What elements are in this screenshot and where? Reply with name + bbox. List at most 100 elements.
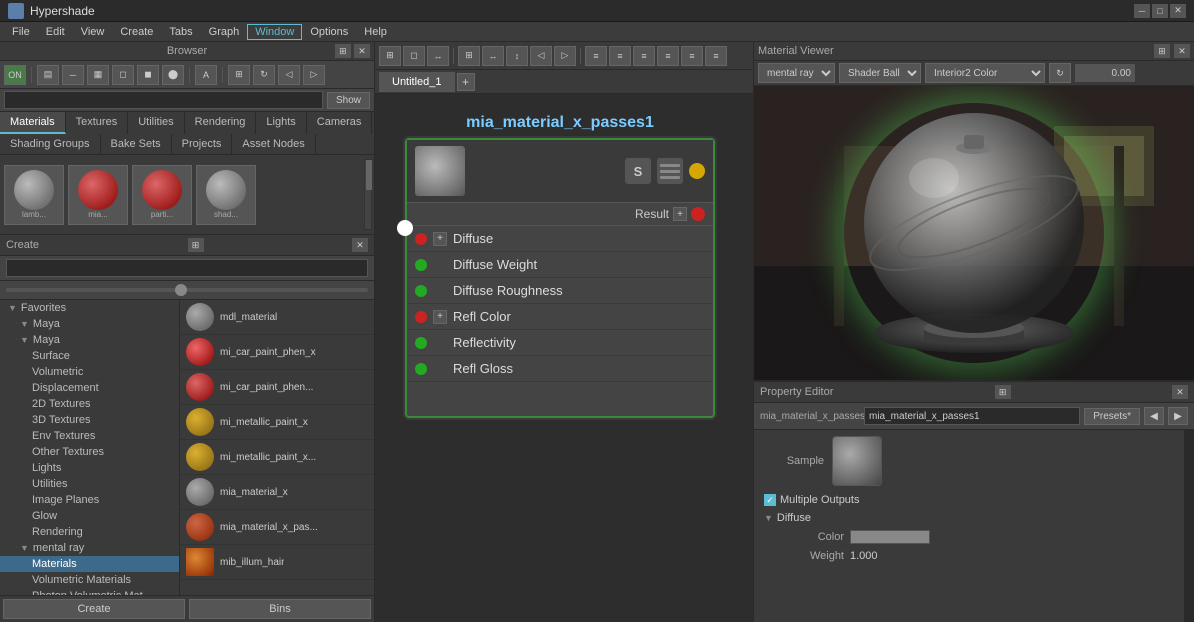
thumb-shad[interactable]: shad... xyxy=(196,165,256,225)
node-s-button[interactable]: S xyxy=(625,158,651,184)
viewer-close-btn[interactable]: ✕ xyxy=(1174,44,1190,58)
menu-help[interactable]: Help xyxy=(356,24,395,40)
menu-graph[interactable]: Graph xyxy=(201,24,248,40)
mat-item-metallic2[interactable]: mi_metallic_paint_x... xyxy=(180,440,374,475)
graph-right-btn[interactable]: ▷ xyxy=(554,46,576,66)
graph-frame-btn[interactable]: ⊞ xyxy=(379,46,401,66)
tab-projects[interactable]: Projects xyxy=(172,134,233,154)
tab-cameras[interactable]: Cameras xyxy=(307,112,373,134)
tab-bake-sets[interactable]: Bake Sets xyxy=(101,134,172,154)
prop-icon-btn1[interactable]: ◀ xyxy=(1144,407,1164,425)
browser-on-btn[interactable]: ON xyxy=(4,65,26,85)
browser-prev-btn[interactable]: ◁ xyxy=(278,65,300,85)
browser-filter-btn[interactable]: ⊞ xyxy=(228,65,250,85)
checkbox-icon[interactable]: ✓ xyxy=(764,494,776,506)
tree-image-planes[interactable]: Image Planes xyxy=(0,492,179,508)
tab-lights[interactable]: Lights xyxy=(256,112,306,134)
port-reflectivity[interactable] xyxy=(415,337,427,349)
prop-node-name-input[interactable] xyxy=(864,407,1080,425)
tree-volumetric[interactable]: Volumetric xyxy=(0,364,179,380)
prop-icon-btn2[interactable]: ▶ xyxy=(1168,407,1188,425)
graph-tab-untitled1[interactable]: Untitled_1 xyxy=(379,72,455,92)
menu-options[interactable]: Options xyxy=(302,24,356,40)
tab-textures[interactable]: Textures xyxy=(66,112,129,134)
left-connector-dot[interactable] xyxy=(397,220,413,236)
tab-rendering[interactable]: Rendering xyxy=(185,112,257,134)
mat-item-mia2[interactable]: mia_material_x_pas... xyxy=(180,510,374,545)
presets-button[interactable]: Presets* xyxy=(1084,408,1140,425)
graph-align3[interactable]: ≡ xyxy=(633,46,655,66)
create-button[interactable]: Create xyxy=(3,599,185,619)
browser-refresh-btn[interactable]: ↻ xyxy=(253,65,275,85)
tab-materials[interactable]: Materials xyxy=(0,112,66,134)
tree-surface[interactable]: Surface xyxy=(0,348,179,364)
browser-next-btn[interactable]: ▷ xyxy=(303,65,325,85)
graph-select-btn[interactable]: ◻ xyxy=(403,46,425,66)
show-button[interactable]: Show xyxy=(327,92,370,109)
mat-item-mia1[interactable]: mia_material_x xyxy=(180,475,374,510)
thumb-scrollbar[interactable] xyxy=(364,159,372,230)
thumb-lambert[interactable]: lamb... xyxy=(4,165,64,225)
tree-utilities[interactable]: Utilities xyxy=(0,476,179,492)
thumb-parti[interactable]: parti... xyxy=(132,165,192,225)
graph-layout-btn[interactable]: ⊞ xyxy=(458,46,480,66)
tree-env-textures[interactable]: Env Textures xyxy=(0,428,179,444)
graph-align1[interactable]: ≡ xyxy=(585,46,607,66)
bins-button[interactable]: Bins xyxy=(189,599,371,619)
menu-tabs[interactable]: Tabs xyxy=(161,24,200,40)
port-refl-gloss[interactable] xyxy=(415,363,427,375)
tree-maya1[interactable]: ▼ Maya xyxy=(0,316,179,332)
create-search-input[interactable] xyxy=(6,259,368,277)
thumb-mia[interactable]: mia... xyxy=(68,165,128,225)
node-box[interactable]: S Result + xyxy=(405,138,715,418)
search-input[interactable] xyxy=(4,91,323,109)
menu-create[interactable]: Create xyxy=(112,24,161,40)
mode-select[interactable]: Shader Ball xyxy=(839,63,921,83)
tab-asset-nodes[interactable]: Asset Nodes xyxy=(232,134,315,154)
graph-left-btn[interactable]: ◁ xyxy=(530,46,552,66)
menu-view[interactable]: View xyxy=(73,24,113,40)
tree-2d-textures[interactable]: 2D Textures xyxy=(0,396,179,412)
graph-add-tab[interactable]: + xyxy=(457,73,475,91)
minimize-button[interactable]: ─ xyxy=(1134,4,1150,18)
close-button[interactable]: ✕ xyxy=(1170,4,1186,18)
browser-list-btn[interactable]: ▤ xyxy=(37,65,59,85)
graph-horiz-btn[interactable]: ↔ xyxy=(482,46,504,66)
result-plus-btn[interactable]: + xyxy=(673,207,687,221)
mat-item-car2[interactable]: mi_car_paint_phen... xyxy=(180,370,374,405)
material-select[interactable]: Interior2 Color xyxy=(925,63,1045,83)
tree-maya2[interactable]: ▼ Maya xyxy=(0,332,179,348)
graph-align5[interactable]: ≡ xyxy=(681,46,703,66)
graph-vert-btn[interactable]: ↕ xyxy=(506,46,528,66)
tree-rendering[interactable]: Rendering xyxy=(0,524,179,540)
tree-lights[interactable]: Lights xyxy=(0,460,179,476)
tab-utilities[interactable]: Utilities xyxy=(128,112,184,134)
browser-text-btn[interactable]: A xyxy=(195,65,217,85)
browser-close-btn[interactable]: ✕ xyxy=(354,44,370,58)
mat-item-mib[interactable]: mib_illum_hair xyxy=(180,545,374,580)
browser-large-btn[interactable]: ◼ xyxy=(137,65,159,85)
graph-canvas[interactable]: mia_material_x_passes1 S xyxy=(375,94,753,622)
prop-close-btn[interactable]: ✕ xyxy=(1172,385,1188,399)
tree-displacement[interactable]: Displacement xyxy=(0,380,179,396)
port-diffuse-weight[interactable] xyxy=(415,259,427,271)
renderer-select[interactable]: mental ray xyxy=(758,63,835,83)
tree-photon-vol[interactable]: Photon Volumetric Mat... xyxy=(0,588,179,595)
graph-move-btn[interactable]: ↔ xyxy=(427,46,449,66)
tree-vol-materials[interactable]: Volumetric Materials xyxy=(0,572,179,588)
tree-materials[interactable]: Materials xyxy=(0,556,179,572)
plus-diffuse[interactable]: + xyxy=(433,232,447,246)
maximize-button[interactable]: □ xyxy=(1152,4,1168,18)
node-lines-button[interactable] xyxy=(657,158,683,184)
prop-maximize-btn[interactable]: ⊞ xyxy=(995,385,1011,399)
viewer-reload-btn[interactable]: ↻ xyxy=(1049,63,1071,83)
node-yellow-dot[interactable] xyxy=(689,163,705,179)
browser-maximize-btn[interactable]: ⊞ xyxy=(335,44,351,58)
mat-item-metallic1[interactable]: mi_metallic_paint_x xyxy=(180,405,374,440)
browser-small-btn[interactable]: ◻ xyxy=(112,65,134,85)
menu-edit[interactable]: Edit xyxy=(38,24,73,40)
slider-track[interactable] xyxy=(6,288,368,292)
slider-handle[interactable] xyxy=(175,284,187,296)
viewer-maximize-btn[interactable]: ⊞ xyxy=(1154,44,1170,58)
tree-3d-textures[interactable]: 3D Textures xyxy=(0,412,179,428)
